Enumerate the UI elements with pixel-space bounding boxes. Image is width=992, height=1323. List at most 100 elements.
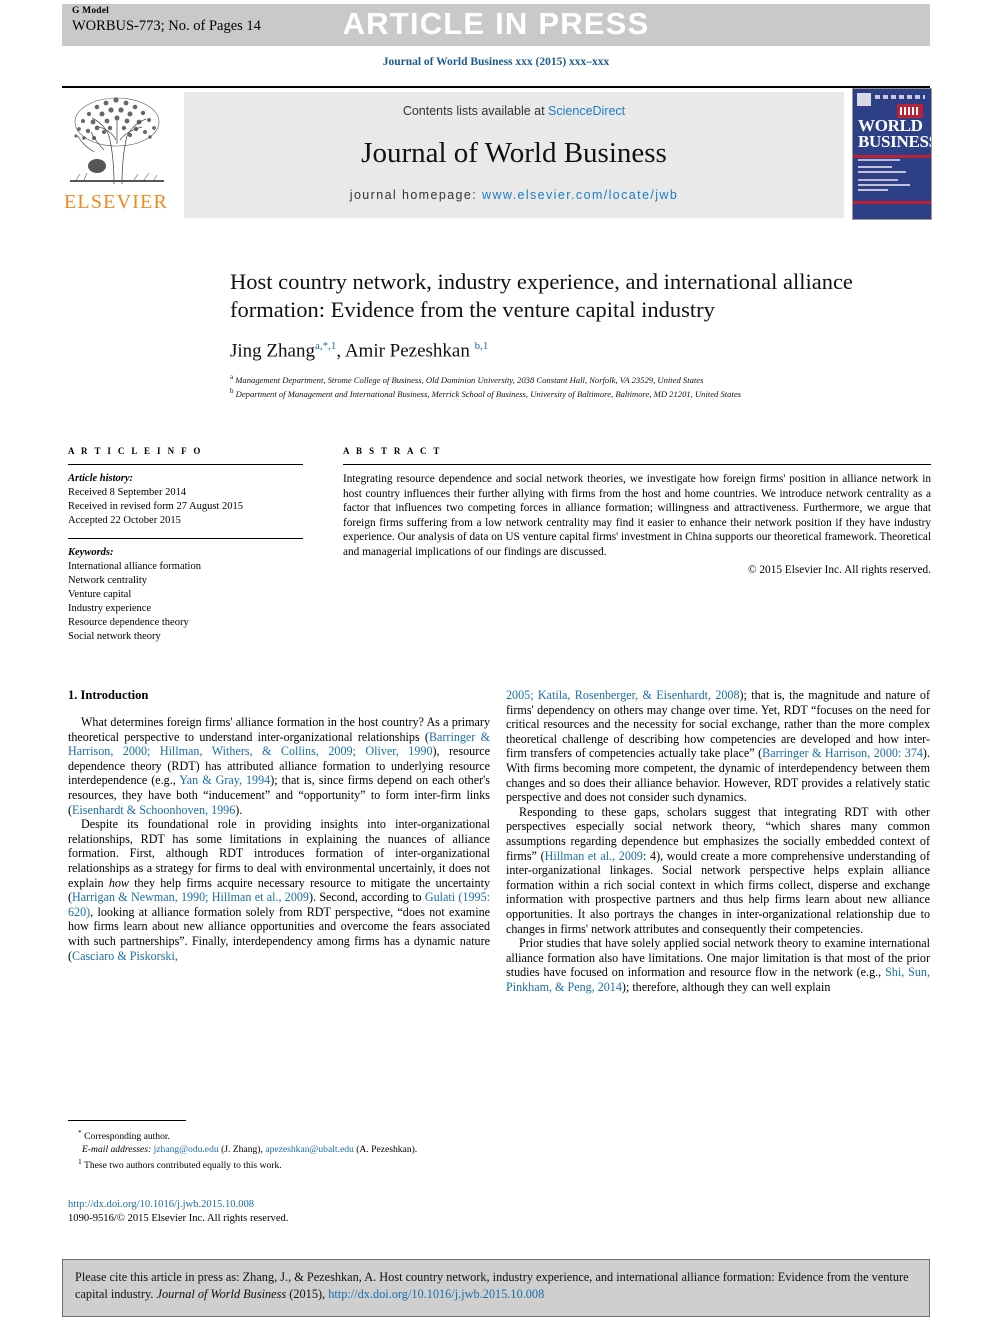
keywords-rule bbox=[68, 538, 303, 539]
article-info-label: A R T I C L E I N F O bbox=[68, 446, 203, 456]
elsevier-logo: ELSEVIER bbox=[64, 92, 174, 218]
author-name-1: Jing Zhang bbox=[230, 340, 315, 362]
sciencedirect-link[interactable]: ScienceDirect bbox=[548, 104, 625, 118]
paragraph-text: ); therefore, although they can well exp… bbox=[621, 979, 831, 994]
affiliation-a: a Management Department, Strome College … bbox=[230, 373, 704, 385]
abstract-label: A B S T R A C T bbox=[343, 446, 442, 456]
cover-title: WORLD BUSINESS bbox=[858, 117, 932, 151]
elsevier-tree-icon bbox=[64, 92, 170, 190]
inline-citation[interactable]: Yan & Gray, 1994 bbox=[179, 773, 270, 787]
doi-link[interactable]: http://dx.doi.org/10.1016/j.jwb.2015.10.… bbox=[68, 1198, 490, 1212]
affiliation-b: b Department of Management and Internati… bbox=[230, 387, 742, 400]
author-list: Jing Zhanga,*,1, Amir Pezeshkan b,1 bbox=[230, 340, 489, 362]
footnote-1-text: These two authors contributed equally to… bbox=[83, 1160, 282, 1172]
journal-title: Journal of World Business bbox=[361, 137, 667, 169]
masthead-top-rule bbox=[62, 86, 930, 88]
article-info-rule bbox=[68, 464, 303, 465]
elsevier-wordmark: ELSEVIER bbox=[64, 191, 169, 213]
affiliation-b-text: Department of Management and Internation… bbox=[235, 389, 742, 400]
keyword-item: Social network theory bbox=[68, 631, 161, 642]
inline-citation[interactable]: Eisenhardt & Schoonhoven, 1996 bbox=[72, 803, 235, 817]
paragraph-text: Prior studies that have solely applied s… bbox=[506, 936, 930, 980]
paragraph-text: how bbox=[108, 875, 129, 890]
affiliation-a-text: Management Department, Strome College of… bbox=[235, 374, 704, 385]
paper-title-block: Host country network, industry experienc… bbox=[230, 268, 930, 324]
cover-text-line bbox=[858, 184, 910, 186]
footnote-equal-contribution: 1 These two authors contributed equally … bbox=[68, 1156, 490, 1173]
article-history-item: Accepted 22 October 2015 bbox=[68, 515, 181, 526]
keyword-item: International alliance formation bbox=[68, 561, 201, 572]
abstract-column: A B S T R A C T Integrating resource dep… bbox=[343, 446, 931, 578]
journal-masthead: ELSEVIER Contents lists available at Sci… bbox=[62, 86, 932, 220]
cover-text-line bbox=[858, 159, 900, 161]
body-column-right: 2005; Katila, Rosenberger, & Eisenhardt,… bbox=[506, 688, 930, 994]
email-link-author-2[interactable]: apezeshkan@ubalt.edu bbox=[265, 1144, 353, 1155]
article-history-heading: Article history: bbox=[68, 473, 134, 484]
paragraph: Responding to these gaps, scholars sugge… bbox=[506, 805, 930, 936]
abstract-copyright: © 2015 Elsevier Inc. All rights reserved… bbox=[747, 563, 931, 576]
footnote-1-marker: 1 bbox=[78, 1157, 82, 1166]
contents-prefix: Contents lists available at bbox=[402, 104, 549, 118]
homepage-prefix: journal homepage: bbox=[349, 188, 483, 202]
author-name-2: Amir Pezeshkan bbox=[344, 340, 470, 362]
doi-block: http://dx.doi.org/10.1016/j.jwb.2015.10.… bbox=[68, 1198, 490, 1226]
cover-divider-bottom bbox=[853, 201, 931, 204]
journal-homepage-line: journal homepage: www.elsevier.com/locat… bbox=[184, 188, 844, 202]
paragraph-text: ). bbox=[235, 802, 243, 817]
article-info-column: A R T I C L E I N F O Article history: R… bbox=[68, 446, 303, 644]
running-head: Journal of World Business xxx (2015) xxx… bbox=[382, 56, 610, 68]
footnote-corresponding-author: * Corresponding author. bbox=[68, 1127, 490, 1144]
footnote-separator-rule bbox=[68, 1120, 186, 1121]
inline-citation[interactable]: Barringer & Harrison, 2000: 374 bbox=[762, 746, 923, 760]
cite-this-article-box: Please cite this article in press as: Zh… bbox=[62, 1259, 930, 1317]
inline-citation[interactable]: 2005; Katila, Rosenberger, & Eisenhardt,… bbox=[506, 688, 740, 702]
article-history-item: Received 8 September 2014 bbox=[68, 487, 187, 498]
inline-citation[interactable]: Harrigan & Newman, 1990; Hillman et al.,… bbox=[72, 890, 309, 904]
citation-text: Please cite this article in press as: Zh… bbox=[75, 1269, 915, 1302]
author-1-affiliation-marks: a,*,1 bbox=[314, 340, 337, 352]
paragraph: Despite its foundational role in providi… bbox=[68, 817, 490, 963]
keyword-item: Network centrality bbox=[68, 575, 148, 586]
citation-year: (2015), bbox=[286, 1286, 329, 1301]
keyword-item: Venture capital bbox=[68, 589, 132, 600]
abstract-rule bbox=[343, 464, 931, 465]
section-heading-introduction: 1. Introduction bbox=[68, 688, 149, 702]
footnotes-block: * Corresponding author. E-mail addresses… bbox=[68, 1120, 490, 1173]
corresponding-author-text: Corresponding author. bbox=[84, 1131, 170, 1143]
abstract-text: Integrating resource dependence and soci… bbox=[343, 473, 931, 558]
issn-copyright: 1090-9516/© 2015 Elsevier Inc. All right… bbox=[68, 1213, 289, 1224]
citation-doi-link[interactable]: http://dx.doi.org/10.1016/j.jwb.2015.10.… bbox=[328, 1287, 544, 1301]
paragraph-text: ). Second, according to bbox=[308, 890, 425, 905]
cover-title-line-2: BUSINESS bbox=[858, 132, 932, 151]
email-owner-1: (J. Zhang), bbox=[221, 1143, 263, 1155]
page-title: Host country network, industry experienc… bbox=[230, 269, 853, 322]
keywords-heading: Keywords: bbox=[68, 547, 114, 558]
footnote-emails: E-mail addresses: jzhang@odu.edu (J. Zha… bbox=[68, 1144, 490, 1156]
paragraph: 2005; Katila, Rosenberger, & Eisenhardt,… bbox=[506, 688, 930, 805]
email-link-author-1[interactable]: jzhang@odu.edu bbox=[154, 1144, 219, 1155]
keyword-item: Resource dependence theory bbox=[68, 617, 189, 628]
cover-text-line bbox=[858, 166, 892, 168]
citation-journal-name: Journal of World Business bbox=[156, 1286, 287, 1301]
keyword-item: Industry experience bbox=[68, 603, 152, 614]
email-owner-2: (A. Pezeshkan). bbox=[356, 1143, 418, 1155]
email-addresses-label: E-mail addresses: bbox=[82, 1143, 152, 1155]
cover-divider-top bbox=[853, 155, 931, 158]
paragraph-text: What determines foreign firms' alliance … bbox=[68, 715, 490, 744]
article-history-item: Received in revised form 27 August 2015 bbox=[68, 501, 243, 512]
masthead-center-panel: Contents lists available at ScienceDirec… bbox=[184, 92, 844, 218]
inline-citation[interactable]: Hillman et al., 2009 bbox=[545, 849, 643, 863]
cover-text-line bbox=[858, 171, 906, 173]
cover-header-text-lines bbox=[875, 95, 925, 99]
inline-citation[interactable]: Casciaro & Piskorski, bbox=[72, 949, 178, 963]
cover-contents-lines bbox=[858, 159, 920, 194]
journal-cover-thumbnail: WORLD BUSINESS bbox=[852, 88, 932, 220]
journal-homepage-link[interactable]: www.elsevier.com/locate/jwb bbox=[482, 188, 678, 202]
contents-available-line: Contents lists available at ScienceDirec… bbox=[184, 104, 844, 118]
article-in-press-text: ARTICLE IN PRESS bbox=[342, 6, 650, 41]
paragraph: Prior studies that have solely applied s… bbox=[506, 936, 930, 994]
affiliations: a Management Department, Strome College … bbox=[230, 372, 930, 401]
paragraph: What determines foreign firms' alliance … bbox=[68, 715, 490, 817]
cover-publisher-mark-icon bbox=[857, 93, 871, 106]
author-2-affiliation-marks: b,1 bbox=[474, 340, 489, 352]
